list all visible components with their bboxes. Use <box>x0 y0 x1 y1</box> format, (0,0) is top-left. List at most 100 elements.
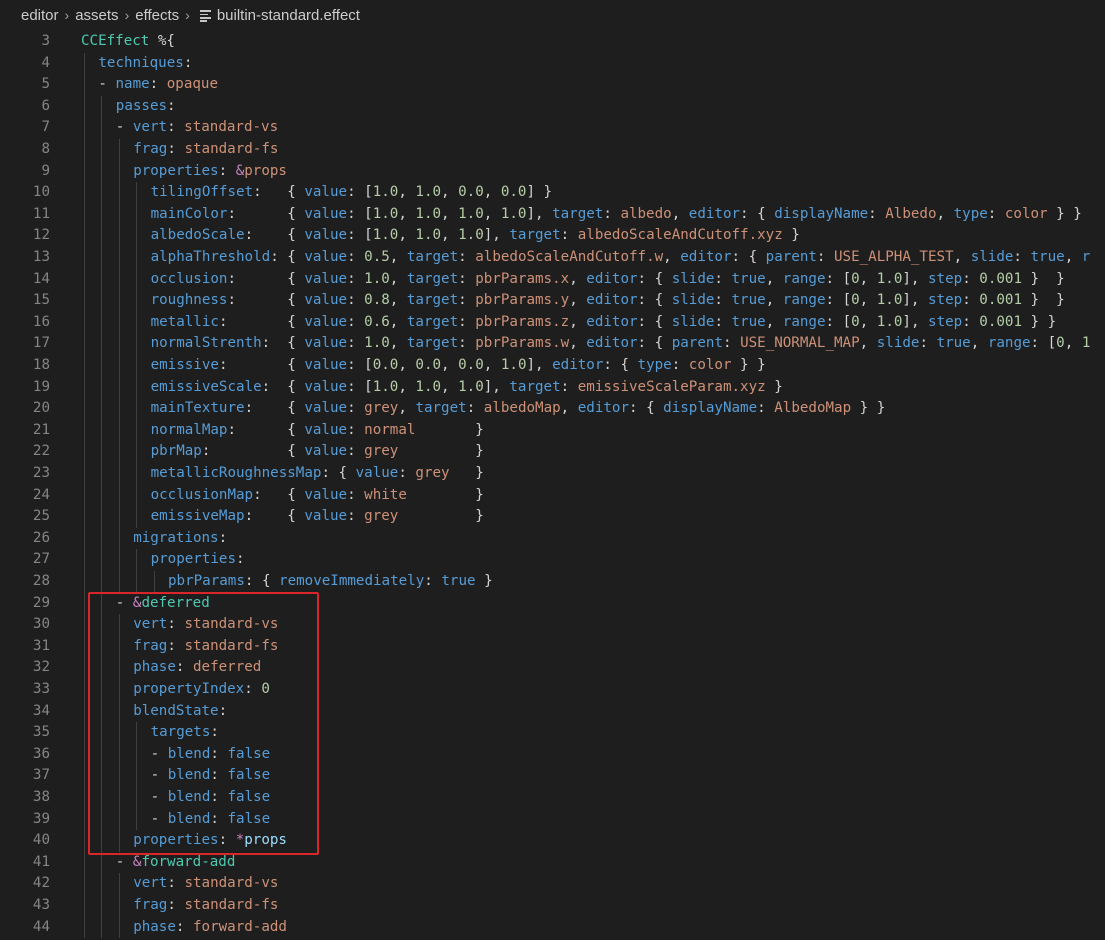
line-number: 39 <box>32 810 50 827</box>
code-token: name <box>115 76 150 93</box>
code-token: editor <box>586 270 638 287</box>
code-line[interactable]: 15 roughness: { value: 0.8, target: pbrPa… <box>0 290 1105 312</box>
indent-guide <box>136 203 138 226</box>
code-token: pbrParams.w <box>475 335 570 352</box>
breadcrumb-item-effects[interactable]: effects <box>135 7 179 24</box>
indent-guide <box>84 311 85 334</box>
code-token: : { <box>244 400 305 417</box>
breadcrumb-item-editor[interactable]: editor <box>21 7 59 24</box>
code-line[interactable]: 26 migrations: <box>0 527 1105 550</box>
code-token: slide <box>876 335 920 352</box>
line-number: 31 <box>32 637 50 654</box>
line-number: 34 <box>32 702 50 719</box>
code-token: editor <box>688 205 741 222</box>
code-line[interactable]: 22 pbrMap: { value: grey } <box>0 441 1105 463</box>
code-token: true <box>1030 249 1065 265</box>
code-line[interactable]: 21 normalMap: { value: normal } <box>0 419 1105 442</box>
code-token: frag <box>133 897 168 913</box>
code-token: : { <box>740 205 775 222</box>
code-line[interactable]: 18 emissive: { value: [0.0, 0.0, 0.0, 1.0… <box>0 355 1105 377</box>
code-line[interactable]: 19 emissiveScale: { value: [1.0, 1.0, 1.0… <box>0 376 1105 399</box>
code-token: : { <box>227 205 305 222</box>
code-line[interactable]: 11 mainColor: { value: [1.0, 1.0, 1.0, 1.… <box>0 203 1105 226</box>
indent-guide <box>118 182 120 204</box>
code-token: } <box>398 443 484 460</box>
indent-guide <box>101 160 103 183</box>
code-token: : { <box>244 573 280 589</box>
indent-guide <box>118 160 120 183</box>
indent-guide <box>101 571 103 593</box>
indent-guide <box>118 916 120 939</box>
code-token: 1.0 <box>415 378 442 395</box>
code-line[interactable]: 20 mainTexture: { value: grey, target: al… <box>0 398 1105 420</box>
code-token: value <box>304 400 348 417</box>
code-token: value <box>304 184 348 201</box>
code-line[interactable]: 41 - &forward-add <box>0 851 1105 874</box>
code-line[interactable]: 14 occlusion: { value: 1.0, target: pbrPa… <box>0 268 1105 291</box>
code-token: 0 <box>851 292 860 309</box>
code-text: properties: <box>151 549 245 571</box>
indent-guide <box>118 895 120 917</box>
code-line[interactable]: 44 phase: forward-add <box>0 916 1105 939</box>
code-token: : <box>167 141 185 157</box>
code-text: pbrMap: { value: grey } <box>151 441 484 463</box>
code-line[interactable]: 42 vert: standard-vs <box>0 873 1105 895</box>
code-text: vert: standard-vs <box>133 873 278 895</box>
file-lines-icon <box>199 9 211 22</box>
indent-guide <box>118 484 120 507</box>
code-line[interactable]: 3 CCEffect %{ <box>0 31 1105 53</box>
indent-guide <box>84 290 85 312</box>
breadcrumb-item-file[interactable]: builtin-standard.effect <box>217 7 360 24</box>
code-line[interactable]: 24 occlusionMap: { value: white } <box>0 484 1105 507</box>
code-token: : { <box>261 378 305 395</box>
highlight-box <box>88 592 319 855</box>
breadcrumb: editor › assets › effects › builtin-stan… <box>0 0 1105 30</box>
line-number: 36 <box>32 745 50 762</box>
code-token: : <box>175 918 193 935</box>
code-line[interactable]: 7 - vert: standard-vs <box>0 117 1105 139</box>
code-token: roughness <box>150 292 228 309</box>
line-number: 10 <box>32 184 50 201</box>
code-token: pbrParams.x <box>475 270 570 287</box>
code-token: true <box>731 313 766 330</box>
indent-guide <box>118 549 120 571</box>
code-line[interactable]: 17 normalStrenth: { value: 1.0, target: p… <box>0 333 1105 355</box>
code-line[interactable]: 8 frag: standard-fs <box>0 139 1105 161</box>
code-line[interactable]: 9 properties: &props <box>0 160 1105 183</box>
code-line[interactable]: 6 passes: <box>0 95 1105 118</box>
code-line[interactable]: 23 metallicRoughnessMap: { value: grey } <box>0 463 1105 485</box>
code-line[interactable]: 27 properties: <box>0 549 1105 571</box>
indent-guide <box>84 247 85 269</box>
code-token: 1.0 <box>372 378 399 395</box>
line-number: 6 <box>41 97 50 114</box>
breadcrumb-item-assets[interactable]: assets <box>75 7 118 24</box>
code-line[interactable]: 5 - name: opaque <box>0 74 1105 96</box>
code-token: true <box>731 270 766 287</box>
code-line[interactable]: 4 techniques: <box>0 52 1105 75</box>
code-token: 0.6 <box>364 313 390 330</box>
code-token: : { <box>227 270 305 287</box>
code-line[interactable]: 16 metallic: { value: 0.6, target: pbrPar… <box>0 311 1105 334</box>
code-line[interactable]: 43 frag: standard-fs <box>0 895 1105 917</box>
code-token: : <box>987 205 1005 222</box>
code-token: editor <box>577 400 629 417</box>
code-token: occlusionMap <box>150 486 254 503</box>
line-number: 20 <box>32 400 50 417</box>
code-token: USE_ALPHA_TEST <box>834 249 954 265</box>
code-token: : <box>714 292 732 309</box>
code-line[interactable]: 28 pbrParams: { removeImmediately: true } <box>0 571 1105 593</box>
line-number: 44 <box>32 918 50 935</box>
code-token: techniques <box>98 54 184 71</box>
line-number: 12 <box>32 227 50 244</box>
code-line[interactable]: 13 alphaThreshold: { value: 0.5, target: … <box>0 247 1105 269</box>
code-token: - <box>115 119 133 136</box>
code-token: } <box>398 508 484 525</box>
code-line[interactable]: 10 tilingOffset: { value: [1.0, 1.0, 0.0,… <box>0 182 1105 204</box>
code-token: } <box>415 421 484 438</box>
code-token: , <box>569 292 587 309</box>
code-line[interactable]: 25 emissiveMap: { value: grey } <box>0 506 1105 528</box>
code-token: target <box>552 205 604 222</box>
code-token: 0.001 <box>979 292 1022 309</box>
code-token: 1.0 <box>500 205 527 222</box>
code-line[interactable]: 12 albedoScale: { value: [1.0, 1.0, 1.0],… <box>0 225 1105 247</box>
